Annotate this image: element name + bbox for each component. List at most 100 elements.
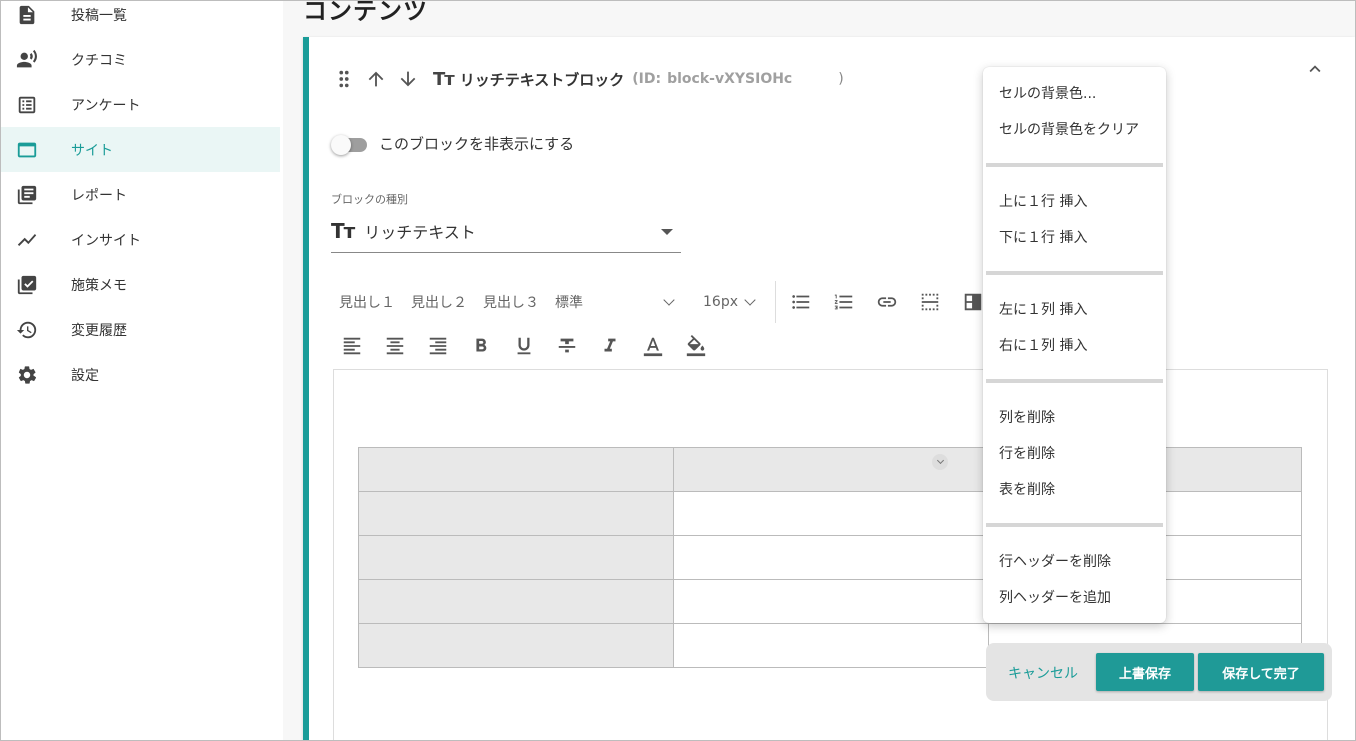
underline-icon[interactable] [511,333,537,359]
font-size-select[interactable]: 16px [703,293,763,310]
sidebar-item-label: アンケート [71,97,141,114]
paragraph-style-value: 標準 [555,295,583,311]
sidebar-item-posts[interactable]: 投稿一覧 [1,1,280,37]
numbered-list-icon[interactable] [831,289,857,315]
menu-divider [986,523,1163,527]
sidebar-item-label: 設定 [71,367,99,384]
sidebar-item-insight[interactable]: インサイト [1,217,280,262]
report-stack-icon [16,184,38,206]
bulleted-list-icon[interactable] [788,289,814,315]
table-header-cell[interactable] [358,535,674,580]
align-right-icon[interactable] [425,333,451,359]
sidebar-item-label: 変更履歴 [71,322,127,339]
sidebar-item-history[interactable]: 変更履歴 [1,307,280,352]
paragraph-style-select[interactable]: 標準 [555,292,675,312]
collapse-button[interactable] [1301,55,1329,83]
drag-handle-icon[interactable] [331,66,357,92]
menu-item-insert-col-right[interactable]: 右に１列 挿入 [999,335,1087,355]
font-size-value: 16px [703,294,738,310]
strikethrough-icon[interactable] [554,333,580,359]
menu-divider [986,163,1163,167]
cell-menu-chevron-icon[interactable] [932,454,948,470]
gear-icon [16,364,38,386]
hide-block-toggle-row: このブロックを非表示にする [331,133,575,155]
link-icon[interactable] [874,289,900,315]
heading1-button[interactable]: 見出し１ [339,292,395,312]
chevron-down-icon [663,293,675,306]
block-type-value: リッチテキスト [364,222,476,242]
heading2-button[interactable]: 見出し２ [411,292,467,312]
font-color-icon[interactable] [640,333,666,359]
trend-icon [16,229,38,251]
person-voice-icon [16,49,38,71]
menu-divider [986,379,1163,383]
menu-item-insert-row-above[interactable]: 上に１行 挿入 [999,191,1087,211]
hide-block-toggle[interactable] [331,134,367,155]
editor-toolbar-row-1: 見出し１ 見出し２ 見出し３ 標準 16px [339,281,1003,323]
horizontal-rule-icon[interactable] [917,289,943,315]
table-header-cell[interactable] [358,491,674,536]
sidebar-item-label: クチコミ [71,52,127,69]
table-header-cell[interactable] [358,623,674,668]
block-header: Tт リッチテキストブロック (ID: block-vXYSIOHc ) [331,65,844,93]
sidebar-item-label: 投稿一覧 [71,7,127,24]
block-id-value: block-vXYSIOHc [667,71,793,87]
sidebar-item-report[interactable]: レポート [1,172,280,217]
move-down-arrow-icon[interactable] [395,66,421,92]
save-and-finish-button[interactable]: 保存して完了 [1198,653,1324,691]
action-bar: キャンセル 上書保存 保存して完了 [986,643,1332,701]
table-cell[interactable] [673,491,989,536]
table-cell[interactable] [673,623,989,668]
sidebar-item-reviews[interactable]: クチコミ [1,37,280,82]
chevron-up-icon [1309,65,1321,73]
menu-item-add-col-header[interactable]: 列ヘッダーを追加 [999,587,1111,607]
list-icon [16,94,38,116]
main-content: コンテンツ Tт リッチテキストブロック (ID: block-vXYSIOHc… [283,0,1355,740]
sidebar-item-site[interactable]: サイト [1,127,280,172]
italic-icon[interactable] [597,333,623,359]
sidebar-item-label: インサイト [71,232,141,249]
history-icon [16,319,38,341]
table-cell[interactable] [673,579,989,624]
overwrite-save-button[interactable]: 上書保存 [1096,653,1194,691]
sidebar: 投稿一覧 クチコミ アンケート サイト レポート インサイト 施策メモ 変更履歴… [1,1,283,740]
block-card: Tт リッチテキストブロック (ID: block-vXYSIOHc ) このブ… [303,37,1355,740]
sidebar-item-label: 施策メモ [71,277,127,294]
menu-item-delete-row[interactable]: 行を削除 [999,443,1055,463]
block-type-select[interactable]: Tт リッチテキスト [331,209,681,253]
move-up-arrow-icon[interactable] [363,66,389,92]
table-header-cell[interactable] [358,579,674,624]
sidebar-item-memo[interactable]: 施策メモ [1,262,280,307]
menu-item-remove-row-header[interactable]: 行ヘッダーを削除 [999,551,1111,571]
fill-color-icon[interactable] [683,333,709,359]
toolbar-divider [775,281,776,323]
heading3-button[interactable]: 見出し３ [483,292,539,312]
align-left-icon[interactable] [339,333,365,359]
app-window: 投稿一覧 クチコミ アンケート サイト レポート インサイト 施策メモ 変更履歴… [0,0,1356,741]
sidebar-item-settings[interactable]: 設定 [1,352,280,397]
menu-divider [986,271,1163,275]
table-header-cell[interactable] [358,447,674,492]
menu-item-insert-col-left[interactable]: 左に１列 挿入 [999,299,1087,319]
align-center-icon[interactable] [382,333,408,359]
editor-toolbar-row-2 [339,331,726,361]
sidebar-item-survey[interactable]: アンケート [1,82,280,127]
bold-icon[interactable] [468,333,494,359]
menu-item-insert-row-below[interactable]: 下に１行 挿入 [999,227,1087,247]
page-title: コンテンツ [303,0,428,25]
text-type-icon: Tт [433,68,455,90]
menu-item-clear-cell-bg[interactable]: セルの背景色をクリア [999,119,1139,139]
dropdown-caret-icon [661,229,673,235]
browser-window-icon [16,139,38,161]
menu-item-delete-column[interactable]: 列を削除 [999,407,1055,427]
block-title: リッチテキストブロック [459,70,625,89]
chevron-down-icon [744,293,756,306]
table-cell[interactable] [673,535,989,580]
cancel-button[interactable]: キャンセル [1000,656,1086,690]
menu-item-cell-bg-color[interactable]: セルの背景色... [999,83,1096,103]
text-type-icon: Tт [331,218,355,243]
hide-block-label: このブロックを非表示にする [379,135,575,153]
menu-item-delete-table[interactable]: 表を削除 [999,479,1055,499]
sidebar-item-label: レポート [71,187,127,204]
table-context-menu: セルの背景色... セルの背景色をクリア 上に１行 挿入 下に１行 挿入 左に１… [983,67,1166,623]
